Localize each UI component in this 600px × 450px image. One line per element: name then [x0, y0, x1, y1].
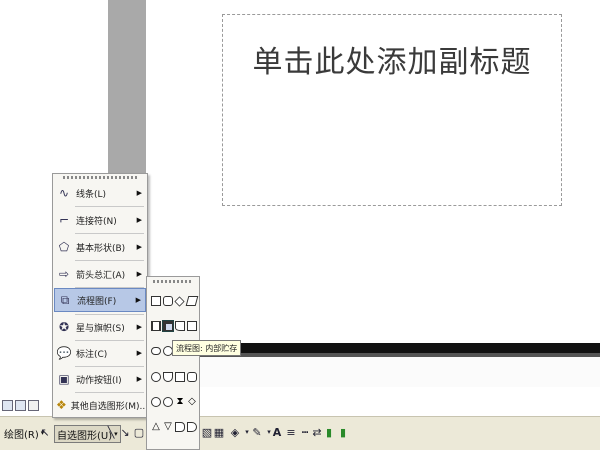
- flowchart-collate-icon[interactable]: ⧗: [175, 397, 185, 407]
- line-tool-icon[interactable]: ╲: [104, 424, 118, 440]
- menu-item-callouts[interactable]: 💬 标注(C) ▶: [54, 341, 146, 365]
- flowchart-internal-storage-icon[interactable]: [162, 320, 174, 332]
- flowchart-predefined-process-icon[interactable]: [151, 321, 161, 331]
- subtitle-placeholder[interactable]: 单击此处添加副标题: [222, 14, 562, 206]
- menu-item-stars-banners[interactable]: ✪ 星与旗帜(S) ▶: [54, 315, 146, 339]
- line-icon: ∿: [58, 186, 70, 200]
- flowchart-delay-icon[interactable]: [187, 422, 197, 432]
- rectangle-tool-icon[interactable]: ▢: [132, 424, 146, 440]
- arrow-tool-icon[interactable]: ↘: [118, 424, 132, 440]
- menu-drag-handle[interactable]: [63, 176, 137, 179]
- menu-item-action-buttons[interactable]: ▣ 动作按钮(I) ▶: [54, 367, 146, 391]
- menu-item-lines[interactable]: ∿ 线条(L) ▶: [54, 181, 146, 205]
- menu-item-label: 线条(L): [76, 189, 107, 200]
- action-buttons-icon: ▣: [58, 372, 70, 386]
- menu-item-label: 基本形状(B): [76, 243, 126, 254]
- flowchart-punched-tape-icon[interactable]: [187, 372, 197, 382]
- menu-item-block-arrows[interactable]: ⇨ 箭头总汇(A) ▶: [54, 262, 146, 286]
- autoshapes-menu: ∿ 线条(L) ▶ ⌐ 连接符(N) ▶ ⬠ 基本形状(B) ▶ ⇨ 箭头总汇(…: [52, 173, 148, 418]
- flowchart-card-icon[interactable]: [175, 372, 185, 382]
- menu-item-flowchart[interactable]: ⧉ 流程图(F) ▶: [54, 288, 146, 312]
- flowchart-submenu: ⧗ ◇ △ ▽: [146, 276, 200, 450]
- slideshow-view-icon[interactable]: [28, 399, 39, 411]
- stars-banners-icon: ✪: [58, 320, 70, 334]
- flowchart-multidocument-icon[interactable]: [187, 321, 197, 331]
- submenu-arrow-icon: ▶: [136, 323, 142, 331]
- flowchart-extract-icon[interactable]: △: [151, 422, 161, 432]
- menu-item-label: 连接符(N): [76, 216, 117, 227]
- drawing-toolbar: 绘图(R) ▾ ↖ 自选图形(U) ▾ ╲ ↘ ▢ ▧ ▦ ◈ ▾ ✎ ▾ A …: [0, 416, 600, 450]
- flowchart-data-icon[interactable]: [185, 296, 199, 306]
- connector-icon: ⌐: [58, 213, 70, 227]
- flowchart-alternate-process-icon[interactable]: [163, 296, 173, 306]
- flowchart-process-icon[interactable]: [151, 296, 161, 306]
- submenu-arrow-icon: ▶: [136, 243, 142, 251]
- line-style-icon[interactable]: ≡: [284, 424, 298, 440]
- flowchart-terminator-icon[interactable]: [151, 347, 161, 355]
- flowchart-offpage-connector-icon[interactable]: [163, 372, 173, 382]
- menu-item-label: 标注(C): [76, 349, 108, 360]
- view-buttons: [0, 396, 54, 414]
- submenu-arrow-icon: ▶: [136, 216, 142, 224]
- flowchart-icon: ⧉: [60, 292, 70, 307]
- basic-shapes-icon: ⬠: [58, 240, 70, 254]
- shadow-style-icon[interactable]: ▮: [322, 424, 336, 440]
- flowchart-document-icon[interactable]: [175, 321, 185, 331]
- insert-image-icon[interactable]: ▦: [212, 424, 226, 440]
- submenu-drag-handle[interactable]: [153, 280, 193, 283]
- flowchart-or-icon[interactable]: [163, 397, 173, 407]
- menu-item-label: 箭头总汇(A): [76, 270, 126, 281]
- menu-divider: [75, 206, 144, 207]
- menu-divider: [75, 260, 144, 261]
- menu-item-connectors[interactable]: ⌐ 连接符(N) ▶: [54, 208, 146, 232]
- submenu-arrow-icon: ▶: [136, 270, 142, 278]
- flowchart-merge-icon[interactable]: ▽: [163, 422, 173, 432]
- slide-sorter-view-icon[interactable]: [15, 399, 26, 411]
- flowchart-decision-icon[interactable]: [174, 296, 185, 307]
- more-autoshapes-icon: ❖: [56, 398, 67, 412]
- menu-divider: [75, 233, 144, 234]
- submenu-arrow-icon: ▶: [135, 296, 141, 304]
- flowchart-stored-data-icon[interactable]: [175, 422, 185, 432]
- menu-item-more-autoshapes[interactable]: ❖ 其他自选图形(M)...: [54, 393, 149, 417]
- shape-tooltip: 流程图: 内部贮存: [172, 340, 242, 356]
- menu-item-label: 其他自选图形(M)...: [70, 401, 149, 412]
- normal-view-icon[interactable]: [2, 399, 13, 411]
- block-arrows-icon: ⇨: [58, 267, 70, 281]
- 3d-style-icon[interactable]: ▮: [336, 424, 350, 440]
- flowchart-summing-junction-icon[interactable]: [151, 397, 161, 407]
- subtitle-placeholder-text: 单击此处添加副标题: [252, 45, 532, 80]
- menu-item-label: 动作按钮(I): [76, 375, 122, 386]
- flowchart-connector-icon[interactable]: [151, 372, 161, 382]
- submenu-arrow-icon: ▶: [136, 375, 142, 383]
- notes-pane[interactable]: [146, 357, 600, 387]
- callouts-icon: 💬: [56, 346, 72, 360]
- menu-item-basic-shapes[interactable]: ⬠ 基本形状(B) ▶: [54, 235, 146, 259]
- draw-menu-label: 绘图(R): [4, 429, 39, 441]
- menu-item-label: 流程图(F): [77, 296, 117, 307]
- menu-item-label: 星与旗帜(S): [76, 323, 125, 334]
- select-objects-icon[interactable]: ↖: [38, 424, 52, 440]
- submenu-arrow-icon: ▶: [136, 349, 142, 357]
- font-color-icon[interactable]: A: [270, 424, 284, 440]
- flowchart-sort-icon[interactable]: ◇: [187, 397, 197, 407]
- submenu-arrow-icon: ▶: [136, 189, 142, 197]
